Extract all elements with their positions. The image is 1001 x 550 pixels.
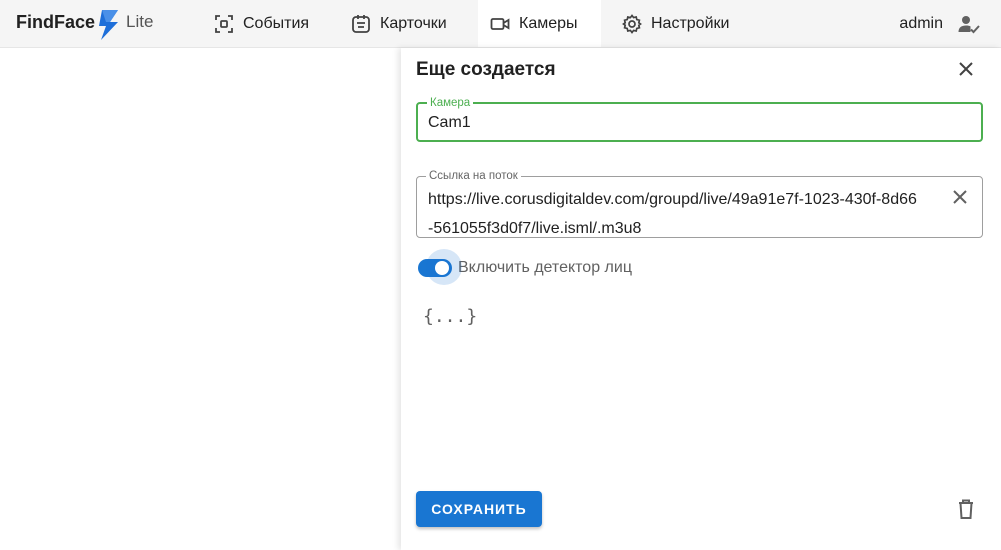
user-name: admin — [899, 14, 943, 32]
stream-url-value[interactable]: https://live.corusdigitaldev.com/groupd/… — [428, 185, 918, 243]
camera-name-label: Камера — [427, 96, 474, 110]
tab-settings-label: Настройки — [651, 14, 730, 32]
videocam-icon — [490, 17, 510, 30]
tab-cards-label: Карточки — [380, 14, 447, 32]
logo-suffix: Lite — [126, 12, 154, 31]
drawer-title: Еще создается — [416, 59, 556, 80]
camera-name-field[interactable]: Камера Cam1 — [416, 96, 983, 142]
card-icon — [352, 14, 370, 33]
stream-url-label: Ссылка на поток — [426, 169, 521, 183]
user-check-icon — [958, 15, 980, 33]
json-config-button[interactable]: {...} — [423, 306, 477, 327]
gear-icon — [622, 13, 642, 34]
face-detector-toggle[interactable] — [418, 249, 462, 285]
tab-events[interactable]: События — [202, 0, 321, 47]
face-detector-row: Включить детектор лиц — [416, 249, 632, 285]
camera-create-drawer: Еще создается Камера Cam1 Ссылка на пото… — [401, 48, 1001, 550]
close-icon[interactable] — [954, 57, 978, 81]
face-detector-label: Включить детектор лиц — [458, 259, 632, 276]
face-scan-icon — [215, 14, 233, 33]
bolt-icon — [99, 10, 118, 40]
tab-cameras[interactable]: Камеры — [478, 0, 601, 47]
stream-url-field[interactable]: Ссылка на поток https://live.corusdigita… — [416, 169, 983, 238]
logo-name: FindFace — [16, 12, 96, 32]
tab-settings[interactable]: Настройки — [610, 0, 741, 47]
tab-events-label: События — [243, 14, 310, 32]
camera-name-value[interactable]: Cam1 — [428, 114, 471, 132]
toggle-knob — [435, 261, 449, 275]
tab-cards[interactable]: Карточки — [339, 0, 459, 47]
top-bar: FindFace Lite События Карточки Камеры На… — [0, 0, 1001, 48]
trash-icon[interactable] — [954, 497, 978, 521]
save-button[interactable]: СОХРАНИТЬ — [416, 491, 542, 527]
tab-cameras-label: Камеры — [519, 14, 578, 32]
user-menu[interactable]: admin — [899, 0, 981, 47]
clear-icon[interactable] — [948, 185, 972, 209]
